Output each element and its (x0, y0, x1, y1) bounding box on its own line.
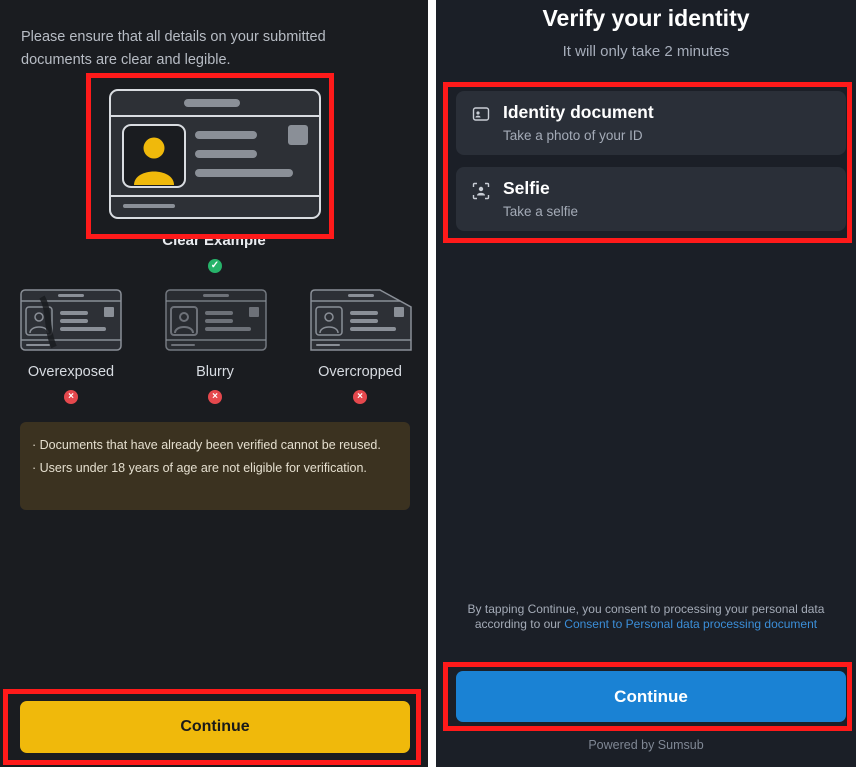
page-subtitle: It will only take 2 minutes (562, 43, 730, 60)
face-scan-icon (472, 182, 490, 200)
x-circle-icon: × (64, 390, 78, 404)
consent-text: By tapping Continue, you consent to proc… (454, 602, 838, 632)
option-title: Selfie (503, 178, 550, 198)
powered-by-text: Powered by Sumsub (588, 738, 704, 752)
notice-line-age: · Users under 18 years of age are not el… (32, 461, 367, 475)
continue-button[interactable]: Continue (456, 671, 846, 722)
overexposed-example-illustration (20, 289, 122, 351)
eligibility-notice: · Documents that have already been verif… (20, 422, 410, 510)
check-circle-icon: ✓ (208, 259, 222, 273)
selfie-option[interactable]: Selfie Take a selfie (456, 167, 846, 231)
clear-example-id-card-illustration (109, 89, 321, 219)
example-label-overexposed: Overexposed (27, 364, 115, 380)
blurry-example-illustration (165, 289, 267, 351)
id-card-icon (472, 107, 490, 121)
x-circle-icon: × (353, 390, 367, 404)
intro-text: Please ensure that all details on your s… (21, 29, 326, 68)
overcropped-example-illustration (310, 289, 412, 351)
example-label-blurry: Blurry (196, 364, 234, 380)
verify-identity-screen: Verify your identity It will only take 2… (436, 0, 856, 767)
page-title: Verify your identity (542, 5, 750, 31)
notice-line-reuse: · Documents that have already been verif… (32, 438, 381, 452)
continue-button[interactable]: Continue (20, 701, 410, 753)
x-circle-icon: × (208, 390, 222, 404)
option-subtitle: Take a photo of your ID (503, 128, 643, 143)
document-guidelines-screen: Please ensure that all details on your s… (0, 0, 428, 767)
consent-link[interactable]: Consent to Personal data processing docu… (564, 617, 817, 631)
identity-document-option[interactable]: Identity document Take a photo of your I… (456, 91, 846, 155)
example-label-overcropped: Overcropped (318, 364, 402, 380)
clear-example-title: Clear Example (162, 232, 266, 249)
option-title: Identity document (503, 102, 654, 122)
option-subtitle: Take a selfie (503, 204, 579, 219)
